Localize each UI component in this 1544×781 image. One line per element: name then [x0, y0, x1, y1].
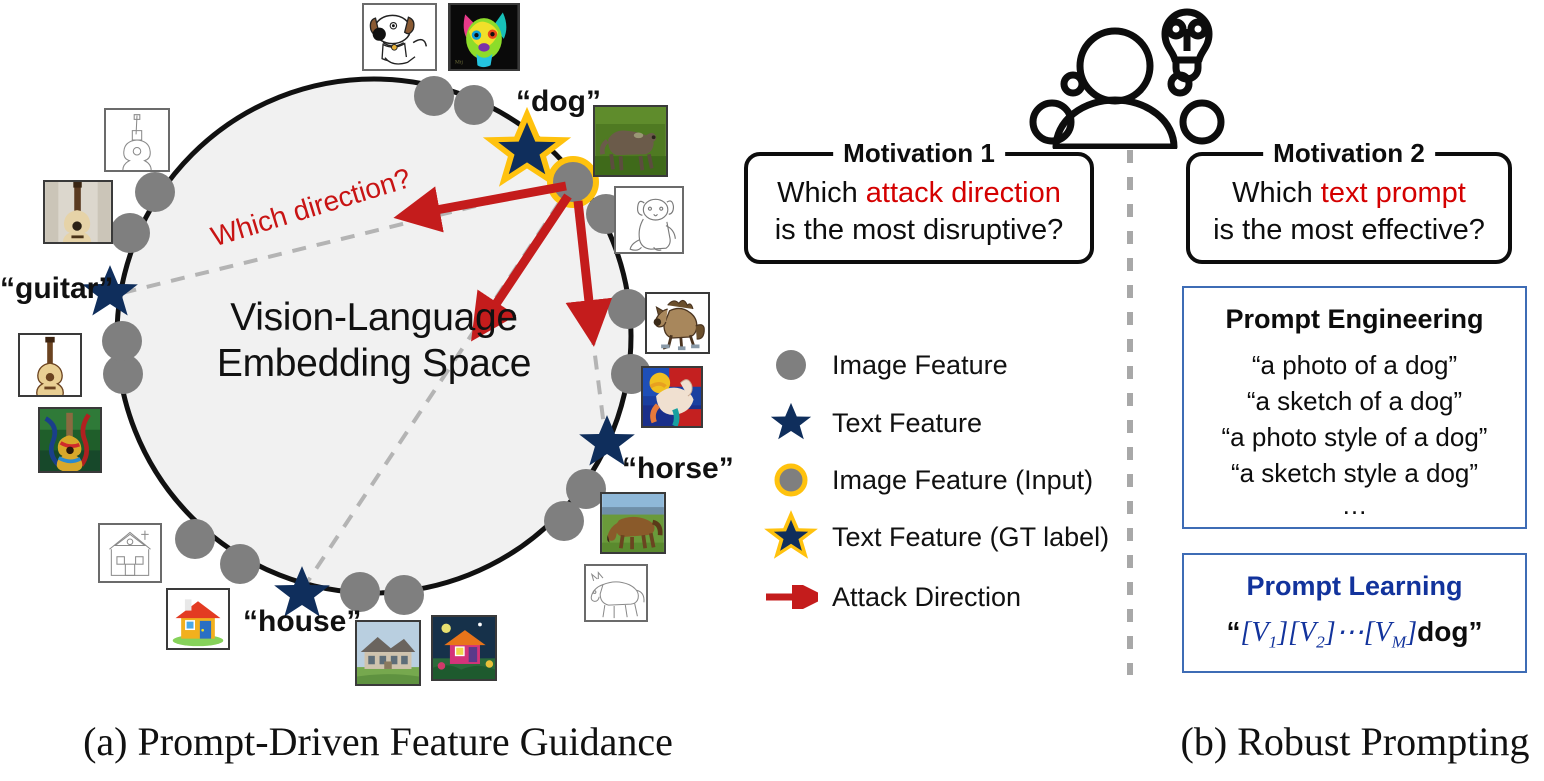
- lightbulb-filament-right: [1187, 18, 1209, 40]
- panel-divider: [1127, 150, 1133, 675]
- lightbulb-filament-left: [1165, 18, 1187, 40]
- motivation-1-line1-prefix: Which: [777, 177, 866, 209]
- thumb-guitar-sketch: [104, 108, 170, 172]
- motivation-2-title: Motivation 2: [1263, 138, 1435, 169]
- person-idea-icon: [1029, 8, 1225, 149]
- svg-text:Mtj: Mtj: [455, 59, 464, 65]
- embedding-space-title-line1: Vision-Language: [230, 296, 518, 339]
- legend-row-image-feature-input: Image Feature (Input): [760, 457, 1093, 503]
- legend-row-text-feature-gt: Text Feature (GT label): [760, 510, 1110, 560]
- motivation-1-text: Which attack direction is the most disru…: [744, 175, 1094, 248]
- lightbulb-base: [1172, 56, 1202, 83]
- thumb-horse-photo: [600, 492, 666, 554]
- image-feature-dot: [454, 85, 494, 125]
- image-feature-dot: [414, 76, 454, 116]
- motivation-1-line1: Which attack direction: [744, 175, 1094, 212]
- motivation-2-text: Which text prompt is the most effective?: [1186, 175, 1512, 248]
- prompt-learning-token-v1: [V1]: [1240, 617, 1289, 652]
- thumb-house-painting: [431, 615, 497, 681]
- motivation-1-highlight: attack direction: [865, 177, 1061, 209]
- attack-direction-arrow-icon: [760, 574, 822, 620]
- motivation-2-line2: is the most effective?: [1213, 213, 1485, 246]
- prompt-learning-token-v2: [V2]: [1288, 617, 1336, 652]
- caption-a: (a) Prompt-Driven Feature Guidance: [83, 719, 673, 764]
- prompt-learning-token-vm: [VM]: [1363, 617, 1418, 652]
- thumb-horse-painting: [641, 366, 703, 428]
- prompt-engineering-box: Prompt Engineering “a photo of a dog” “a…: [1182, 286, 1527, 529]
- embedding-space-title-line2: Embedding Space: [216, 342, 532, 386]
- legend-label: Image Feature: [832, 349, 1008, 380]
- image-feature-input-dot: [547, 156, 599, 208]
- caption-b: (b) Robust Prompting: [1180, 719, 1530, 764]
- thumb-dog-cartoon: [362, 3, 437, 71]
- prompt-engineering-line: “a photo of a dog”: [1251, 350, 1458, 380]
- prompt-engineering-line: “a sketch style a dog”: [1230, 458, 1479, 488]
- motivation-1-title: Motivation 1: [833, 138, 1005, 169]
- prompt-learning-open-quote: “: [1226, 616, 1241, 647]
- thumb-guitar-painting: [38, 407, 102, 473]
- legend-label: Text Feature: [832, 407, 983, 438]
- decor-circle-small-left: [1060, 71, 1086, 97]
- legend-row-image-feature: Image Feature: [760, 342, 1008, 388]
- prompt-engineering-ellipsis: …: [1341, 490, 1368, 520]
- image-feature-dot: [102, 321, 142, 361]
- image-feature-dot: [175, 519, 215, 559]
- prompt-learning-box: Prompt Learning “[V1][V2]⋯[VM]dog”: [1182, 553, 1527, 673]
- legend-label: Attack Direction: [832, 581, 1022, 612]
- person-head: [1076, 27, 1154, 105]
- thumb-house-clipart: [166, 588, 230, 650]
- image-feature-dot: [135, 172, 175, 212]
- motivation-1-line2: is the most disruptive?: [774, 213, 1064, 246]
- thumb-dog-painting: Mtj: [448, 3, 520, 71]
- thumb-dog-sketch: [614, 186, 684, 254]
- prompt-learning-token-dots: ⋯: [1335, 617, 1364, 648]
- motivation-2-line1-prefix: Which: [1232, 177, 1321, 209]
- legend-row-attack-direction: Attack Direction: [760, 574, 1021, 620]
- prompt-learning-close-quote: ”: [1468, 616, 1483, 647]
- image-feature-dot: [384, 575, 424, 615]
- text-feature-star-icon: [760, 400, 822, 446]
- legend-label: Image Feature (Input): [832, 464, 1094, 495]
- legend-label: Text Feature (GT label): [832, 521, 1110, 552]
- image-feature-dot-icon: [760, 342, 822, 388]
- embedding-space-title: Vision-Language Embedding Space: [216, 295, 532, 387]
- class-label-house: “house”: [243, 605, 362, 638]
- thumb-guitar-photo: [43, 180, 113, 244]
- image-feature-input-dot-icon: [760, 457, 822, 503]
- prompt-learning-title: Prompt Learning: [1246, 571, 1463, 601]
- decor-circle-large-right: [1179, 99, 1225, 145]
- prompt-engineering-line: “a sketch of a dog”: [1246, 386, 1463, 416]
- thumb-guitar-clipart: [18, 333, 82, 397]
- thumb-horse-sketch: [584, 564, 648, 622]
- image-feature-dot: [544, 501, 584, 541]
- thumb-house-photo: [355, 620, 421, 686]
- text-feature-gt-star-icon: [760, 510, 822, 560]
- image-feature-dot: [110, 213, 150, 253]
- prompt-engineering-title: Prompt Engineering: [1225, 304, 1484, 334]
- class-label-dog: “dog”: [516, 85, 601, 118]
- figure-root: Vision-Language Embedding Space Which di…: [0, 0, 1544, 781]
- motivation-2-line1: Which text prompt: [1186, 175, 1512, 212]
- image-feature-dot: [608, 289, 648, 329]
- legend: Image Feature Text Feature Image Feature…: [760, 342, 1120, 622]
- motivation-2-highlight: text prompt: [1320, 177, 1466, 209]
- thumb-dog-photo: [593, 105, 668, 177]
- legend-row-text-feature: Text Feature: [760, 400, 982, 446]
- thumb-horse-cartoon: [645, 292, 710, 354]
- thumb-house-sketch: [98, 523, 162, 583]
- prompt-learning-expression: “[V1][V2]⋯[VM]dog”: [1184, 615, 1525, 653]
- image-feature-dot: [220, 544, 260, 584]
- class-label-guitar: “guitar”: [0, 272, 114, 305]
- class-label-horse: “horse”: [622, 452, 734, 485]
- prompt-learning-word: dog: [1417, 616, 1469, 647]
- prompt-engineering-line: “a photo style of a dog”: [1221, 422, 1488, 452]
